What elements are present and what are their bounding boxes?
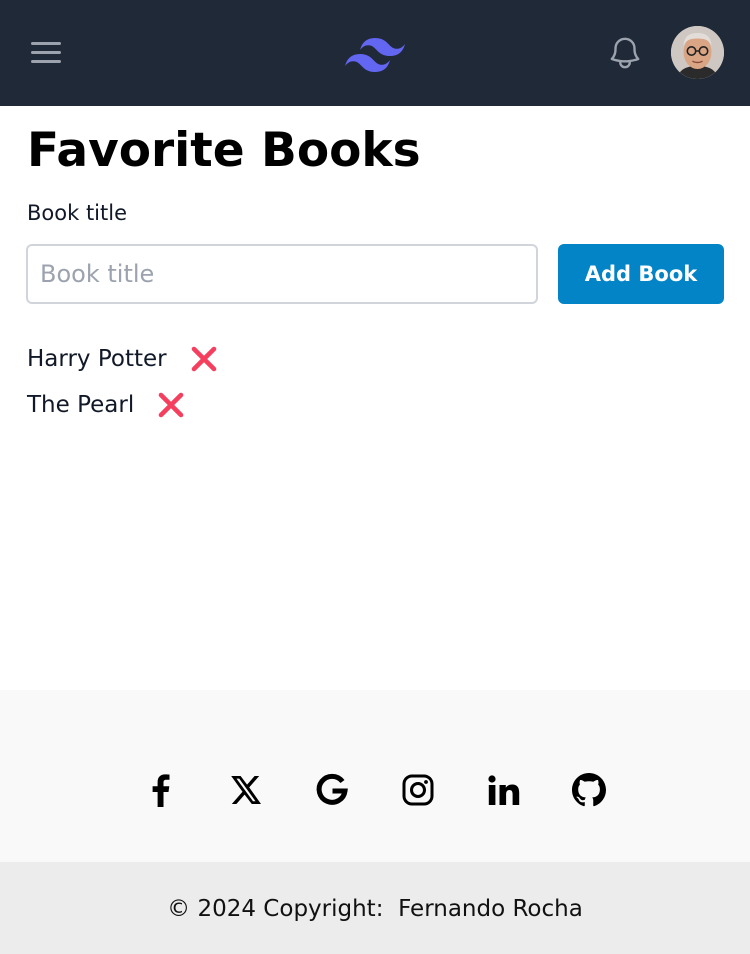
tailwind-logo-icon[interactable] — [345, 34, 405, 72]
top-navbar — [0, 0, 750, 106]
x-mark-icon[interactable] — [189, 344, 219, 374]
social-links-bar — [0, 690, 750, 862]
bell-icon[interactable] — [606, 34, 644, 72]
facebook-icon[interactable] — [142, 772, 178, 808]
user-avatar[interactable] — [671, 26, 724, 79]
copyright-bar: © 2024 Copyright: Fernando Rocha — [0, 862, 750, 954]
x-twitter-icon[interactable] — [228, 772, 264, 808]
x-mark-icon[interactable] — [156, 390, 186, 420]
book-list: Harry Potter The Pearl — [27, 336, 219, 428]
hamburger-menu-icon[interactable] — [28, 38, 64, 68]
copyright-prefix: © 2024 Copyright: — [167, 896, 384, 922]
instagram-icon[interactable] — [400, 772, 436, 808]
book-title-label: Book title — [27, 201, 127, 225]
book-title-input[interactable] — [26, 244, 538, 304]
linkedin-icon[interactable] — [486, 772, 522, 808]
list-item: Harry Potter — [27, 336, 219, 382]
github-icon[interactable] — [571, 772, 607, 808]
copyright-owner[interactable]: Fernando Rocha — [398, 896, 583, 922]
list-item: The Pearl — [27, 382, 219, 428]
book-title-text: Harry Potter — [27, 346, 167, 372]
book-title-text: The Pearl — [27, 392, 135, 418]
add-book-button[interactable]: Add Book — [558, 244, 724, 304]
copyright-text: © 2024 Copyright: Fernando Rocha — [167, 893, 583, 925]
google-icon[interactable] — [314, 772, 350, 808]
page-title: Favorite Books — [27, 123, 421, 178]
